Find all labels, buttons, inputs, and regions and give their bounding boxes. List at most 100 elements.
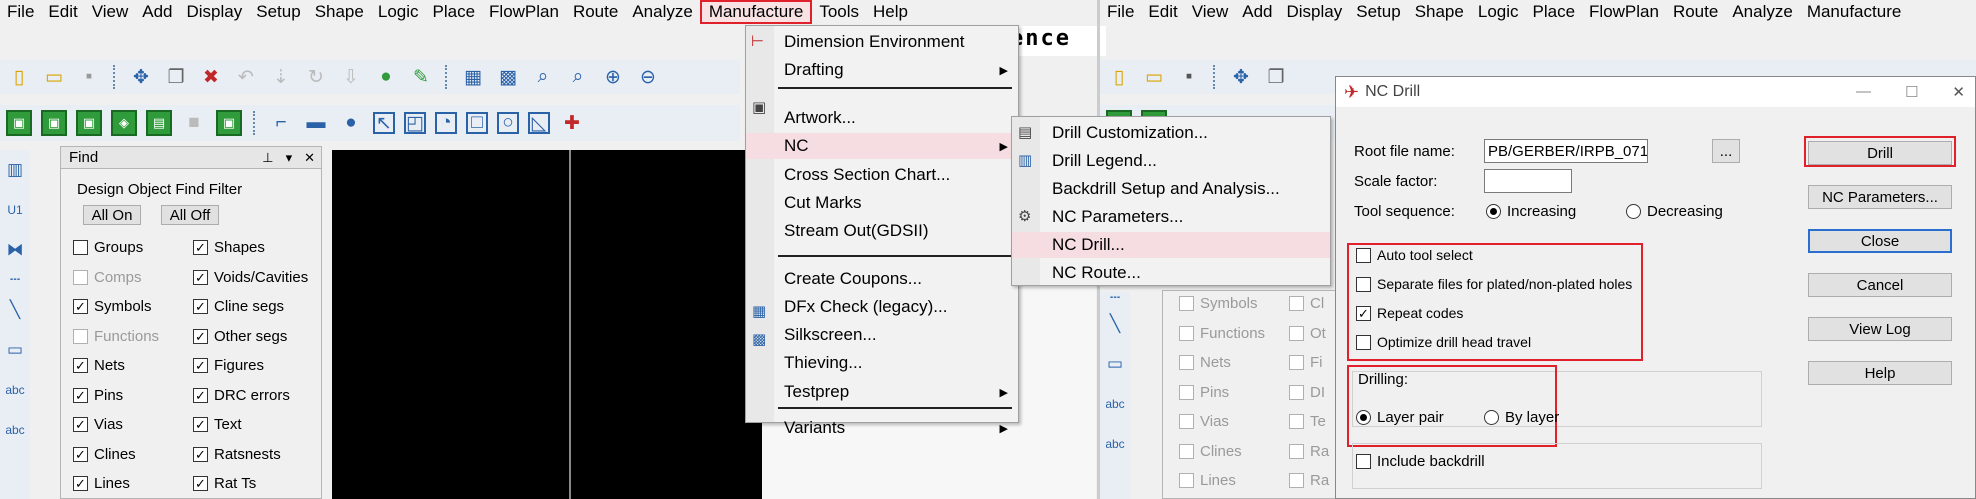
menu-view[interactable]: View xyxy=(1185,0,1236,24)
circle-outline-icon[interactable]: ○ xyxy=(497,112,519,134)
menu-item-dfx-check-legacy[interactable]: DFx Check (legacy)... xyxy=(746,294,1018,320)
layer-toggle-icon[interactable]: ▤ xyxy=(146,110,172,136)
add-text-icon[interactable]: abc xyxy=(1100,384,1130,424)
menu-manufacture[interactable]: Manufacture xyxy=(1800,0,1909,24)
find-filter-checkbox[interactable]: ✓ xyxy=(73,417,88,432)
browse-button[interactable]: ... xyxy=(1712,139,1740,163)
zoom-in-icon[interactable]: ⊕ xyxy=(600,64,626,90)
close-window-icon[interactable]: ✕ xyxy=(1952,83,1965,101)
menu-item-silkscreen[interactable]: Silkscreen... xyxy=(746,322,1018,348)
find-filter-vias[interactable]: ✓ Vias xyxy=(73,416,123,433)
find-filter-cline-segs[interactable]: ✓ Cline segs xyxy=(193,298,284,315)
menu-logic[interactable]: Logic xyxy=(1471,0,1526,24)
menu-analyze[interactable]: Analyze xyxy=(625,0,699,24)
menu-logic[interactable]: Logic xyxy=(371,0,426,24)
find-filter-pins[interactable]: ✓ Pins xyxy=(73,387,123,404)
save-icon[interactable]: ▪ xyxy=(1176,64,1202,90)
drill-button[interactable]: Drill xyxy=(1808,141,1952,165)
help-button[interactable]: Help xyxy=(1808,361,1952,385)
circle-icon[interactable]: ● xyxy=(338,110,364,136)
nc-parameters-button[interactable]: NC Parameters... xyxy=(1808,185,1952,209)
submenu-item-drill-customization[interactable]: Drill Customization... xyxy=(1012,120,1330,146)
zoom-window-icon[interactable]: ⌕ xyxy=(565,64,591,90)
menu-view[interactable]: View xyxy=(85,0,136,24)
menu-item-cross-section-chart[interactable]: Cross Section Chart... xyxy=(746,162,1018,188)
find-filter-shapes[interactable]: ✓ Shapes xyxy=(193,239,265,256)
find-filter-lines[interactable]: ✓ Lines xyxy=(73,475,130,492)
option-repeat-codes[interactable]: ✓ Repeat codes xyxy=(1356,305,1463,321)
find-filter-clines[interactable]: ✓ Clines xyxy=(73,446,136,463)
option-auto-tool-select[interactable]: Auto tool select xyxy=(1356,247,1473,263)
menu-setup[interactable]: Setup xyxy=(249,0,307,24)
menu-analyze[interactable]: Analyze xyxy=(1725,0,1799,24)
layer-toggle-icon[interactable]: ▣ xyxy=(41,110,67,136)
toolbar-grip[interactable] xyxy=(253,111,257,135)
menu-edit[interactable]: Edit xyxy=(1141,0,1184,24)
find-filter-groups[interactable]: Groups xyxy=(73,239,143,256)
zoom-out-icon[interactable]: ⊖ xyxy=(635,64,661,90)
root-file-input[interactable]: PB/GERBER/IRPB_0711C.drl xyxy=(1484,139,1648,163)
edit-text-icon[interactable]: abc xyxy=(0,410,30,450)
menu-place[interactable]: Place xyxy=(426,0,483,24)
all-off-button[interactable]: All Off xyxy=(161,205,219,225)
design-canvas-left[interactable] xyxy=(332,150,762,499)
menu-shape[interactable]: Shape xyxy=(308,0,371,24)
menu-route[interactable]: Route xyxy=(566,0,625,24)
redo-icon[interactable]: ⇣ xyxy=(268,64,294,90)
cancel-button[interactable]: Cancel xyxy=(1808,273,1952,297)
line-tool-icon[interactable]: ╲ xyxy=(0,290,30,330)
find-filter-other-segs[interactable]: ✓ Other segs xyxy=(193,328,287,345)
line-tool-icon[interactable]: ╲ xyxy=(1100,304,1130,344)
menu-display[interactable]: Display xyxy=(180,0,250,24)
maximize-icon[interactable]: ☐ xyxy=(1905,83,1918,101)
layer-toggle-icon[interactable]: ▣ xyxy=(6,110,32,136)
balloon-icon[interactable]: ● xyxy=(373,64,399,90)
toolbar-grip[interactable] xyxy=(1213,65,1217,89)
menu-edit[interactable]: Edit xyxy=(41,0,84,24)
new-file-icon[interactable]: ▯ xyxy=(1106,64,1132,90)
find-filter-rat-ts[interactable]: ✓ Rat Ts xyxy=(193,475,256,492)
include-backdrill-checkbox[interactable]: Include backdrill xyxy=(1356,453,1485,470)
menu-shape[interactable]: Shape xyxy=(1408,0,1471,24)
component-icon[interactable]: ▥ xyxy=(0,150,30,190)
menu-item-stream-out-gdsii[interactable]: Stream Out(GDSII) xyxy=(746,218,1018,244)
select-icon[interactable]: ↖ xyxy=(373,112,395,134)
panel-menu-icon[interactable]: ▾ xyxy=(286,150,293,166)
find-filter-checkbox[interactable] xyxy=(73,240,88,255)
toolbar-grip[interactable] xyxy=(445,65,449,89)
menu-flowplan[interactable]: FlowPlan xyxy=(1582,0,1666,24)
find-filter-checkbox[interactable]: ✓ xyxy=(193,299,208,314)
open-folder-icon[interactable]: ▭ xyxy=(1141,64,1167,90)
new-file-icon[interactable]: ▯ xyxy=(6,64,32,90)
find-filter-checkbox[interactable]: ✓ xyxy=(193,417,208,432)
arc-icon[interactable]: ◔ xyxy=(435,112,457,134)
menu-route[interactable]: Route xyxy=(1666,0,1725,24)
scale-factor-input[interactable] xyxy=(1484,169,1572,193)
copy-icon[interactable]: ❐ xyxy=(163,64,189,90)
all-on-button[interactable]: All On xyxy=(83,205,141,225)
increasing-radio-circle[interactable] xyxy=(1486,204,1501,219)
view-log-button[interactable]: View Log xyxy=(1808,317,1952,341)
find-filter-voids-cavities[interactable]: ✓ Voids/Cavities xyxy=(193,269,308,286)
find-filter-checkbox[interactable]: ✓ xyxy=(193,358,208,373)
find-filter-checkbox[interactable]: ✓ xyxy=(193,328,208,344)
by-layer-radio[interactable]: By layer xyxy=(1484,409,1559,426)
mirror-icon[interactable]: ⇩ xyxy=(338,64,364,90)
submenu-item-drill-legend[interactable]: Drill Legend... xyxy=(1012,148,1330,174)
find-filter-checkbox[interactable]: ✓ xyxy=(193,240,208,255)
menu-place[interactable]: Place xyxy=(1526,0,1583,24)
delete-icon[interactable]: ✖ xyxy=(198,64,224,90)
find-filter-figures[interactable]: ✓ Figures xyxy=(193,357,264,374)
menu-display[interactable]: Display xyxy=(1280,0,1350,24)
close-button[interactable]: Close xyxy=(1808,229,1952,253)
open-folder-icon[interactable]: ▭ xyxy=(41,64,67,90)
rotate-icon[interactable]: ↻ xyxy=(303,64,329,90)
decreasing-radio-circle[interactable] xyxy=(1626,204,1641,219)
menu-add[interactable]: Add xyxy=(1235,0,1279,24)
edit-text-icon[interactable]: abc xyxy=(1100,424,1130,464)
find-filter-symbols[interactable]: ✓ Symbols xyxy=(73,298,152,315)
find-filter-checkbox[interactable]: ✓ xyxy=(193,476,208,491)
find-filter-checkbox[interactable]: ✓ xyxy=(73,358,88,373)
find-filter-checkbox[interactable]: ✓ xyxy=(73,387,88,403)
find-filter-checkbox[interactable]: ✓ xyxy=(193,387,208,403)
